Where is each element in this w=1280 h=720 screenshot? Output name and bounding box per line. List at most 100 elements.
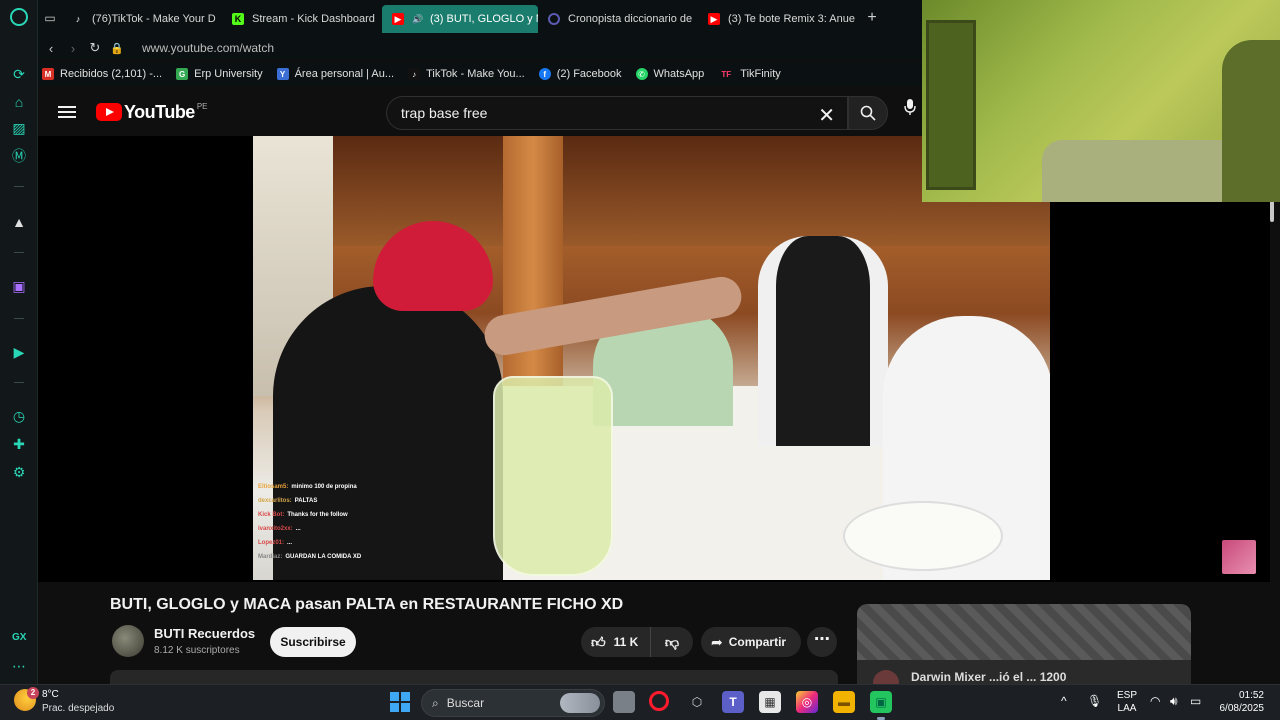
tab-strip: ▭ ♪ (76)TikTok - Make Your D K Stream - … <box>38 0 922 36</box>
battery-icon[interactable]: ▭ <box>1190 694 1201 708</box>
instagram-icon[interactable]: ◎ <box>796 691 818 713</box>
bookmark-label: WhatsApp <box>653 68 705 80</box>
bookmark-label: TikFinity <box>740 68 781 80</box>
subscribe-button[interactable]: Suscribirse <box>270 627 356 657</box>
wifi-icon[interactable]: ◠ <box>1150 694 1160 708</box>
windows-start-icon[interactable] <box>390 692 410 712</box>
extensions-icon[interactable]: ✚ <box>9 434 29 454</box>
webcam-overlay <box>922 0 1280 202</box>
new-tab-button[interactable]: + <box>858 9 886 27</box>
lock-icon[interactable]: 🔒 <box>106 42 128 55</box>
tab-kick-dashboard[interactable]: K Stream - Kick Dashboard <box>222 5 382 33</box>
gx-mail-icon[interactable]: Ⓜ <box>9 146 29 166</box>
like-button[interactable]: 👍︎ 11 K <box>581 627 651 657</box>
chat-message: Mardiaz: GUARDAN LA COMIDA XD <box>258 550 458 564</box>
tab-youtube-remix[interactable]: ▶ (3) Te bote Remix 3: Anue <box>698 5 858 33</box>
menu-hamburger-icon[interactable] <box>58 103 76 121</box>
page-scrollbar-track[interactable] <box>1270 200 1280 684</box>
bookmark-label: Área personal | Au... <box>294 68 395 80</box>
dislike-button[interactable]: 👎︎ <box>651 634 693 651</box>
chat-text: ... <box>295 526 301 532</box>
video-scene-pitcher <box>493 376 613 576</box>
url-field[interactable]: www.youtube.com/watch <box>142 41 274 55</box>
chat-text: Thanks for the follow <box>287 512 348 518</box>
page-scrollbar-thumb[interactable] <box>1270 200 1274 222</box>
bookmark-label: TikTok - Make You... <box>426 68 525 80</box>
bookmark-whatsapp[interactable]: ✆ WhatsApp <box>635 68 705 80</box>
gx-corner-icon[interactable]: ⌂ <box>9 92 29 112</box>
gx-control-icon[interactable]: ⟳ <box>9 64 29 84</box>
weather-temperature[interactable]: 8°C <box>42 689 59 700</box>
tab-tiktok[interactable]: ♪ (76)TikTok - Make Your D <box>62 5 222 33</box>
share-button[interactable]: ➦ Compartir <box>701 627 801 657</box>
tikfinity-icon: TF <box>721 69 732 79</box>
screen: ⟳ ⌂ ▨ Ⓜ ▲ ▣ ▶ ◷ ✚ ⚙ GX ⋯ ▭ ♪ (76)TikTok … <box>0 0 1280 720</box>
back-arrow-icon[interactable]: ‹ <box>40 41 62 56</box>
microphone-icon[interactable]: 🎙︎ <box>1087 694 1102 708</box>
more-actions-button[interactable]: ⋯ <box>807 627 837 657</box>
twitch-icon[interactable]: ▣ <box>9 276 29 296</box>
voice-search-mic-icon[interactable] <box>904 98 922 128</box>
kick-icon: K <box>232 13 244 25</box>
bookmark-label: Recibidos (2,101) -... <box>60 68 163 80</box>
youtube-wordmark: YouTube <box>124 101 195 122</box>
floating-avatar[interactable] <box>1222 540 1256 574</box>
more-icon[interactable]: ⋯ <box>9 656 29 676</box>
tray-chevron-up-icon[interactable]: ^ <box>1061 694 1067 708</box>
gx-label: GX <box>12 632 27 643</box>
bookmark-tiktok[interactable]: ♪ TikTok - Make You... <box>408 68 525 80</box>
kick-app-icon[interactable]: ▣ <box>870 691 892 720</box>
tab-label: Cronopista diccionario de <box>568 13 693 25</box>
speaker-icon[interactable]: 🔊 <box>412 13 424 25</box>
bookmark-area-personal[interactable]: Y Área personal | Au... <box>276 68 395 80</box>
youtube-play-icon <box>96 103 122 121</box>
keyboard-layout: LAA <box>1117 703 1137 714</box>
youtube-logo[interactable]: YouTube PE <box>96 102 208 123</box>
search-button[interactable] <box>848 96 888 130</box>
side-card[interactable]: Darwin Mixer ...ió el ... 1200 <box>857 604 1191 684</box>
address-bar: ‹ › ↻ 🔒 www.youtube.com/watch <box>38 36 922 60</box>
like-count: 11 K <box>613 635 639 649</box>
tab-youtube-active[interactable]: ▶ 🔊 (3) BUTI, GLOGLO y M <box>382 5 538 33</box>
chat-user: Kick Bot: <box>258 512 285 518</box>
settings-gear-icon[interactable]: ⚙ <box>9 462 29 482</box>
app-cube-icon[interactable]: ⬡ <box>686 691 708 713</box>
chat-message: Lopez01:... <box>258 536 458 550</box>
channel-avatar[interactable] <box>112 625 144 657</box>
bookmark-erp[interactable]: G Erp University <box>176 68 263 80</box>
bookmark-tikfinity[interactable]: TF TikFinity <box>718 68 781 80</box>
opera-gx-logo-icon[interactable] <box>10 8 28 26</box>
opera-gx-taskbar-icon[interactable] <box>649 691 669 711</box>
aria-ai-icon[interactable]: ▲ <box>9 212 29 232</box>
volume-icon[interactable]: 🔊︎ <box>1170 694 1178 709</box>
file-explorer-icon[interactable]: ▬ <box>833 691 855 713</box>
weather-condition[interactable]: Prac. despejado <box>42 703 114 714</box>
sidebar-divider <box>14 382 24 383</box>
gx-sidebar: ⟳ ⌂ ▨ Ⓜ ▲ ▣ ▶ ◷ ✚ ⚙ GX ⋯ <box>0 0 38 684</box>
player-icon[interactable]: ▶ <box>9 342 29 362</box>
task-view-icon[interactable] <box>613 691 635 713</box>
tab-label: (76)TikTok - Make Your D <box>92 13 216 25</box>
aula-icon: Y <box>276 68 289 80</box>
history-icon[interactable]: ◷ <box>9 406 29 426</box>
channel-name[interactable]: BUTI Recuerdos <box>154 626 255 641</box>
forward-arrow-icon[interactable]: › <box>62 41 84 56</box>
windows-taskbar: 2 8°C Prac. despejado ⌕ Buscar ⬡ T ▦ ◎ ▬… <box>0 684 1280 720</box>
clear-search-icon[interactable]: ✕ <box>818 103 835 128</box>
subscriber-count: 8.12 K suscriptores <box>154 645 240 656</box>
store-icon[interactable]: ▦ <box>759 691 781 713</box>
taskbar-search[interactable]: ⌕ Buscar <box>421 689 605 717</box>
gx-cleaner-icon[interactable]: ▨ <box>9 118 29 138</box>
teams-icon[interactable]: T <box>722 691 744 713</box>
system-clock[interactable]: 01:52 6/08/2025 <box>1214 689 1265 715</box>
tab-cronopista[interactable]: Cronopista diccionario de <box>538 5 698 33</box>
facebook-icon: f <box>538 68 551 80</box>
bookmark-gmail[interactable]: M Recibidos (2,101) -... <box>42 68 162 80</box>
search-input[interactable]: trap base free ✕ <box>386 96 848 130</box>
description-box[interactable] <box>110 670 838 684</box>
chat-message: Eltiosam5: minimo 100 de propina <box>258 480 458 494</box>
input-language[interactable]: ESP LAA <box>1117 689 1137 715</box>
bookmark-facebook[interactable]: f (2) Facebook <box>538 68 622 80</box>
reload-icon[interactable]: ↻ <box>84 40 106 56</box>
tab-snap-icon[interactable]: ▭ <box>38 8 62 28</box>
